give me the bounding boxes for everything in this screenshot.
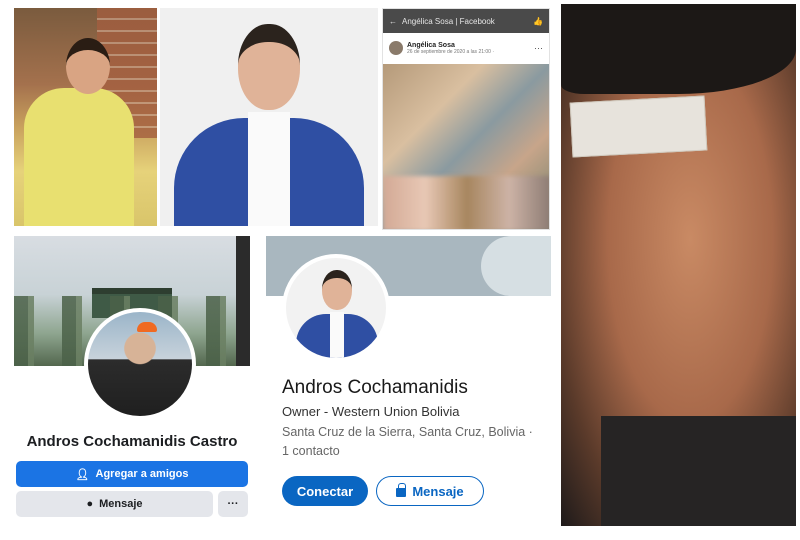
white-shirt — [330, 312, 344, 358]
back-arrow-icon[interactable]: ← — [389, 17, 397, 26]
post-header-title: Angélica Sosa | Facebook — [402, 16, 495, 26]
orange-cap — [137, 322, 157, 332]
connect-button[interactable]: Conectar — [282, 476, 368, 506]
more-button[interactable]: ··· — [218, 491, 248, 517]
linkedin-profile-card: Andros Cochamanidis Owner - Western Unio… — [266, 236, 551, 526]
portrait-head — [66, 38, 110, 94]
yellow-shirt — [24, 88, 134, 226]
photo-man-yellow-shirt — [14, 8, 157, 226]
facebook-profile-card: Andros Cochamanidis Castro 👤︎ Agregar a … — [14, 236, 250, 526]
contacts-count[interactable]: 1 contacto — [282, 444, 340, 458]
lock-icon — [396, 483, 407, 497]
message-label: Mensaje — [412, 483, 464, 499]
profile-name: Andros Cochamanidis Castro — [26, 433, 238, 450]
profile-name: Andros Cochamanidis — [282, 377, 468, 398]
facebook-post-topbar: ← Angélica Sosa | Facebook 👍 — [383, 9, 549, 33]
post-photo-blurred — [383, 64, 549, 229]
profile-picture[interactable] — [84, 308, 196, 420]
post-author-row: Angélica Sosa 26 de septiembre de 2020 a… — [383, 33, 549, 63]
blurred-faces — [383, 176, 549, 229]
cover-edge — [236, 236, 250, 366]
post-date: 26 de septiembre de 2020 a las 21:00 · — [407, 48, 495, 55]
white-shirt — [248, 112, 290, 226]
add-friend-button[interactable]: 👤︎ Agregar a amigos — [16, 461, 248, 487]
dark-shirt — [601, 416, 796, 526]
cover-band — [481, 236, 551, 296]
portrait-head — [322, 270, 352, 310]
post-author-name[interactable]: Angélica Sosa — [407, 42, 494, 49]
photo-injured-face — [561, 4, 796, 526]
messenger-icon: ● — [86, 498, 94, 510]
forehead-bandage — [569, 95, 708, 158]
profile-headline: Owner - Western Union Bolivia — [282, 404, 460, 419]
facebook-post-screenshot: ← Angélica Sosa | Facebook 👍 Angélica So… — [382, 8, 550, 230]
profile-location: Santa Cruz de la Sierra, Santa Cruz, Bol… — [282, 425, 533, 439]
add-friend-label: Agregar a amigos — [95, 468, 189, 480]
thumbs-up-icon[interactable]: 👍 — [533, 17, 543, 26]
person-plus-icon: 👤︎ — [75, 468, 90, 481]
more-options-icon[interactable]: ··· — [534, 43, 543, 53]
message-label: Mensaje — [99, 498, 143, 510]
hair — [561, 4, 796, 94]
message-button[interactable]: Mensaje — [376, 476, 484, 506]
avatar[interactable] — [389, 41, 403, 55]
message-button[interactable]: ● Mensaje — [16, 491, 213, 517]
portrait-head — [238, 24, 300, 110]
photo-man-blue-suit — [160, 8, 378, 226]
profile-picture[interactable] — [282, 254, 390, 362]
